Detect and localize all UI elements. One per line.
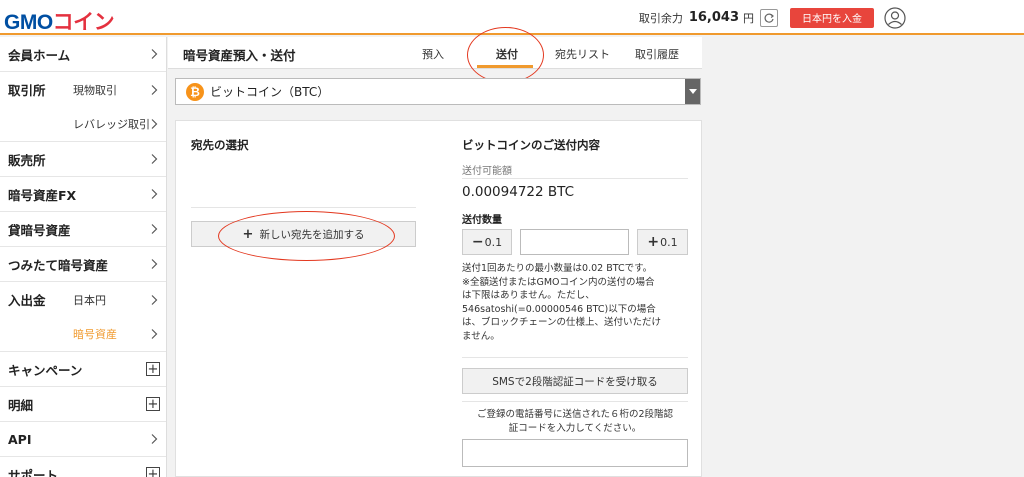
sidebar-item-campaign[interactable]: キャンペーン + [0,352,166,387]
available-label: 送付可能額 [462,166,512,177]
note-line: 送付1回あたりの最小数量は0.02 BTCです。 [462,263,653,274]
sidebar-subitem-label: レバレッジ取引 [73,118,150,131]
sidebar-item-label: 明細 [8,397,34,413]
caret-down-icon [688,88,697,94]
sidebar-item-member-home[interactable]: 会員ホーム [0,37,166,72]
divider [462,357,688,358]
sidebar-item-exchange-spot[interactable]: 取引所 現物取引 [0,72,166,107]
sidebar-item-crypto-fx[interactable]: 暗号資産FX [0,177,166,212]
chevron-right-icon [151,294,158,305]
sidebar-item-label: つみたて暗号資産 [8,257,109,273]
annotation-circle-send-tab [467,27,544,83]
sms-2fa-button[interactable]: SMSで2段階認証コードを受け取る [462,368,688,394]
refresh-icon [764,13,774,23]
gmo-coin-logo[interactable]: GMO コイン [4,6,115,36]
content-header: 暗号資産預入・送付 預入 送付 宛先リスト 取引履歴 [168,37,702,69]
balance-unit: 円 [743,11,754,25]
annotation-circle-add-destination [218,211,395,261]
sidebar-subitem-label: 日本円 [73,293,106,307]
sidebar-item-support[interactable]: サポート + [0,457,166,477]
sidebar-item-deposit-jpy[interactable]: 入出金 日本円 [0,282,166,317]
chevron-right-icon [151,119,158,129]
minus-sign: − [471,234,484,250]
coin-select-value: ビットコイン（BTC） [210,85,330,99]
instruction-line: 証コードを入力してください。 [508,423,642,434]
minimum-quantity-note: 送付1回あたりの最小数量は0.02 BTCです。 ※全額送付またはGMOコイン内… [462,262,692,343]
user-account-icon[interactable] [884,6,906,29]
sidebar-item-statement[interactable]: 明細 + [0,387,166,422]
expand-plus-icon[interactable]: + [146,397,160,411]
quantity-label: 送付数量 [462,215,502,226]
send-details-title: ビットコインのご送付内容 [462,138,600,152]
note-line: ※全額送付またはGMOコイン内の送付の場合 [462,276,655,288]
2fa-code-input[interactable] [462,439,688,467]
sms-code-instruction: ご登録の電話番号に送信された６桁の2段階認 証コードを入力してください。 [462,408,688,436]
increment-value: 0.1 [660,235,678,249]
note-line: 546satoshi(=0.00000546 BTC)以下の場合 [462,303,656,315]
destination-section-title: 宛先の選択 [191,138,249,152]
select-arrow[interactable] [685,79,700,104]
sidebar-nav: 会員ホーム 取引所 現物取引 レバレッジ取引 販売所 暗号資産FX 貸暗号資産 … [0,37,167,477]
tab-history[interactable]: 取引履歴 [635,46,679,62]
chevron-right-icon [151,189,158,199]
chevron-right-icon [151,224,158,234]
divider [191,207,416,208]
sidebar-item-label: キャンペーン [8,362,83,378]
sidebar-item-label: サポート [8,467,59,477]
refresh-button[interactable] [760,8,778,27]
bitcoin-icon: ₿ [186,82,204,101]
sidebar-item-label: 取引所 [8,83,46,98]
logo-coin-text: コイン [52,11,115,34]
sidebar-item-label: 販売所 [8,152,46,168]
instruction-line: ご登録の電話番号に送信された６桁の2段階認 [476,409,674,420]
balance-label: 取引余力 [638,11,683,25]
chevron-right-icon [151,154,158,164]
logo-gmo-text: GMO [4,11,53,34]
plus-sign: + [647,234,660,250]
quantity-decrement-button[interactable]: −0.1 [462,229,512,255]
coin-select[interactable]: ₿ ビットコイン（BTC） [175,78,701,105]
sidebar-item-label: 会員ホーム [8,47,71,63]
sidebar-item-tsumitate[interactable]: つみたて暗号資産 [0,247,166,282]
note-line: は下限はありません。ただし、 [462,290,595,301]
sidebar-item-sales[interactable]: 販売所 [0,142,166,177]
sidebar-item-label: API [8,431,32,447]
sidebar-subitem-label-active: 暗号資産 [73,328,117,341]
send-panel: 宛先の選択 + 新しい宛先を追加する ビットコインのご送付内容 送付可能額 0.… [175,120,702,477]
available-amount: 0.00094722 BTC [462,184,575,200]
sidebar-item-exchange-leverage[interactable]: レバレッジ取引 [0,107,166,142]
sidebar-item-api[interactable]: API [0,422,166,457]
divider [462,178,688,179]
sidebar-item-lending[interactable]: 貸暗号資産 [0,212,166,247]
decrement-value: 0.1 [484,235,503,249]
tab-address-list[interactable]: 宛先リスト [555,46,610,62]
header-right: 取引余力 16,043 円 日本円を入金 [639,0,1024,35]
divider [462,401,688,402]
chevron-right-icon [151,259,158,269]
chevron-right-icon [151,49,158,59]
page-title: 暗号資産預入・送付 [183,48,296,63]
quantity-increment-button[interactable]: +0.1 [637,229,688,255]
deposit-jpy-button[interactable]: 日本円を入金 [790,7,874,28]
sidebar-subitem-label: 現物取引 [73,83,117,97]
chevron-right-icon [151,84,158,95]
expand-plus-icon[interactable]: + [146,362,160,376]
sidebar-item-label: 入出金 [8,293,46,308]
sidebar-item-label: 貸暗号資産 [8,222,71,238]
note-line: は、ブロックチェーンの仕様上、送付いただけ [462,317,662,328]
tab-deposit[interactable]: 預入 [422,46,444,62]
chevron-right-icon [151,434,158,444]
sidebar-item-deposit-crypto[interactable]: 暗号資産 [0,317,166,352]
quantity-input[interactable] [520,229,629,255]
balance-value: 16,043 [688,10,739,25]
sidebar-item-label: 暗号資産FX [8,187,77,203]
chevron-right-icon [151,329,158,339]
note-line: ません。 [462,330,500,342]
expand-plus-icon[interactable]: + [146,467,160,477]
